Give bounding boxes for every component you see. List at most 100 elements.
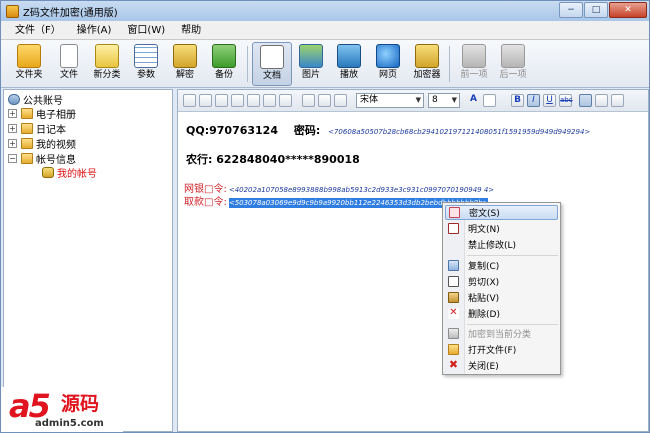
toolbar-next-button[interactable]: 后一项 <box>493 42 533 86</box>
format-toolbar: 宋体 ▼ 8 ▼ A B I U abc <box>178 90 648 112</box>
ie-browser-icon <box>376 44 400 68</box>
toolbar-decrypt-button[interactable]: 解密 <box>165 42 205 86</box>
title-bar[interactable]: Z码文件加密(通用版) − □ ✕ <box>1 1 649 21</box>
menu-item-plain-text[interactable]: 明文(N) <box>445 221 558 236</box>
bold-button[interactable]: B <box>511 94 524 107</box>
find-icon[interactable] <box>231 94 244 107</box>
menu-item-copy[interactable]: 复制(C) <box>445 258 558 273</box>
folder-icon <box>21 152 33 164</box>
app-logo-icon <box>6 4 19 18</box>
toolbar-label: 前一项 <box>460 70 488 80</box>
minimize-button[interactable]: − <box>559 2 583 18</box>
toolbar-play-button[interactable]: 播放 <box>329 42 369 86</box>
menu-action[interactable]: 操作(A) <box>69 21 120 40</box>
toolbar-folder-button[interactable]: 文件夹 <box>9 42 49 86</box>
document-icon <box>260 45 284 69</box>
font-name-select[interactable]: 宋体 ▼ <box>356 93 424 108</box>
back-color-button[interactable] <box>483 94 496 107</box>
image-insert-icon[interactable] <box>263 94 276 107</box>
toolbar-label: 新分类 <box>93 70 121 80</box>
previous-icon <box>462 44 486 68</box>
maximize-button[interactable]: □ <box>584 2 608 18</box>
folder-icon <box>21 137 33 149</box>
toolbar-document-button[interactable]: 文档 <box>252 42 292 86</box>
font-size-select[interactable]: 8 ▼ <box>428 93 460 108</box>
menu-item-cipher-text[interactable]: 密文(S) <box>445 205 558 220</box>
page-icon[interactable] <box>215 94 228 107</box>
text-style-icon[interactable] <box>334 94 347 107</box>
menu-blank-icon <box>448 239 459 250</box>
menu-window[interactable]: 窗口(W) <box>119 21 173 40</box>
tree-node-label: 我的视频 <box>36 139 76 151</box>
tree-item-diary[interactable]: + 日记本 <box>8 121 66 136</box>
menu-item-label: 明文(N) <box>468 225 500 235</box>
category-tree: 公共账号 + 电子相册 + 日记本 + 我的视频 − 帐号信息 我的帐号 <box>3 89 173 432</box>
toolbar-label: 加密器 <box>413 70 441 80</box>
menu-item-label: 粘贴(V) <box>468 294 500 304</box>
menu-file[interactable]: 文件（F） <box>7 21 69 40</box>
toolbar-label: 网页 <box>378 70 397 80</box>
toolbar-separator <box>247 46 248 82</box>
close-icon: ✖ <box>448 358 459 371</box>
toolbar-new-category-button[interactable]: 新分类 <box>87 42 127 86</box>
asterisk-icon[interactable] <box>318 94 331 107</box>
menu-item-lock-edit[interactable]: 禁止修改(L) <box>445 237 558 252</box>
toolbar-backup-button[interactable]: 备份 <box>204 42 244 86</box>
open-icon[interactable] <box>183 94 196 107</box>
tree-item-videos[interactable]: + 我的视频 <box>8 136 76 151</box>
settings-grid-icon <box>134 44 158 68</box>
menu-item-cut[interactable]: 剪切(X) <box>445 274 558 289</box>
menu-item-label: 复制(C) <box>468 262 500 272</box>
font-name-value: 宋体 <box>360 95 379 105</box>
toolbar-webpage-button[interactable]: 网页 <box>368 42 408 86</box>
align-left-icon[interactable] <box>579 94 592 107</box>
menu-item-close[interactable]: ✖ 关闭(E) <box>445 358 558 373</box>
toolbar-previous-button[interactable]: 前一项 <box>454 42 494 86</box>
expand-toggle[interactable]: + <box>8 108 17 118</box>
tree-item-my-account[interactable]: 我的帐号 <box>42 165 97 180</box>
lock-icon <box>42 166 54 178</box>
menu-item-open-file[interactable]: 打开文件(F) <box>445 342 558 357</box>
tree-node-label: 帐号信息 <box>36 154 76 166</box>
plain-text-icon <box>448 223 459 234</box>
tree-item-accounts[interactable]: − 帐号信息 <box>8 151 76 166</box>
toolbar-file-button[interactable]: 文件 <box>49 42 89 86</box>
spreadsheet-icon[interactable] <box>279 94 292 107</box>
collapse-toggle[interactable]: − <box>8 153 17 163</box>
tree-root[interactable]: 公共账号 <box>8 92 63 107</box>
close-button[interactable]: ✕ <box>609 2 647 18</box>
menu-help[interactable]: 帮助 <box>173 21 209 40</box>
align-right-icon[interactable] <box>611 94 624 107</box>
copy-icon <box>448 260 459 271</box>
lock-icon <box>448 328 459 339</box>
save-icon[interactable] <box>199 94 212 107</box>
window-title: Z码文件加密(通用版) <box>23 7 118 19</box>
print-icon[interactable] <box>247 94 260 107</box>
strikethrough-button[interactable]: abc <box>559 94 573 107</box>
tree-item-album[interactable]: + 电子相册 <box>8 106 76 121</box>
toolbar-label: 参数 <box>136 70 155 80</box>
menu-item-delete[interactable]: ✕ 删除(D) <box>445 306 558 321</box>
menu-item-encrypt-to-category[interactable]: 加密到当前分类 <box>445 326 558 341</box>
expand-toggle[interactable]: + <box>8 138 17 148</box>
cut-icon <box>448 276 459 287</box>
menu-separator <box>467 255 558 256</box>
italic-button[interactable]: I <box>527 94 540 107</box>
menu-item-label: 打开文件(F) <box>468 346 517 356</box>
qq-number: QQ:970763124 <box>186 124 278 137</box>
menu-bar: 文件（F） 操作(A) 窗口(W) 帮助 <box>1 21 649 40</box>
menu-item-label: 密文(S) <box>469 209 500 219</box>
align-center-icon[interactable] <box>595 94 608 107</box>
toolbar-picture-button[interactable]: 图片 <box>291 42 331 86</box>
unlock-icon <box>173 44 197 68</box>
bulb-icon[interactable] <box>302 94 315 107</box>
watermark-logo: a5 源码 admin5.com <box>1 387 123 432</box>
menu-item-paste[interactable]: 粘贴(V) <box>445 290 558 305</box>
play-icon <box>337 44 361 68</box>
toolbar-params-button[interactable]: 参数 <box>126 42 166 86</box>
expand-toggle[interactable]: + <box>8 123 17 133</box>
toolbar-encryptor-button[interactable]: 加密器 <box>407 42 447 86</box>
font-color-button[interactable]: A <box>467 94 480 107</box>
password-label: 密码: <box>293 124 321 137</box>
underline-button[interactable]: U <box>543 94 556 107</box>
